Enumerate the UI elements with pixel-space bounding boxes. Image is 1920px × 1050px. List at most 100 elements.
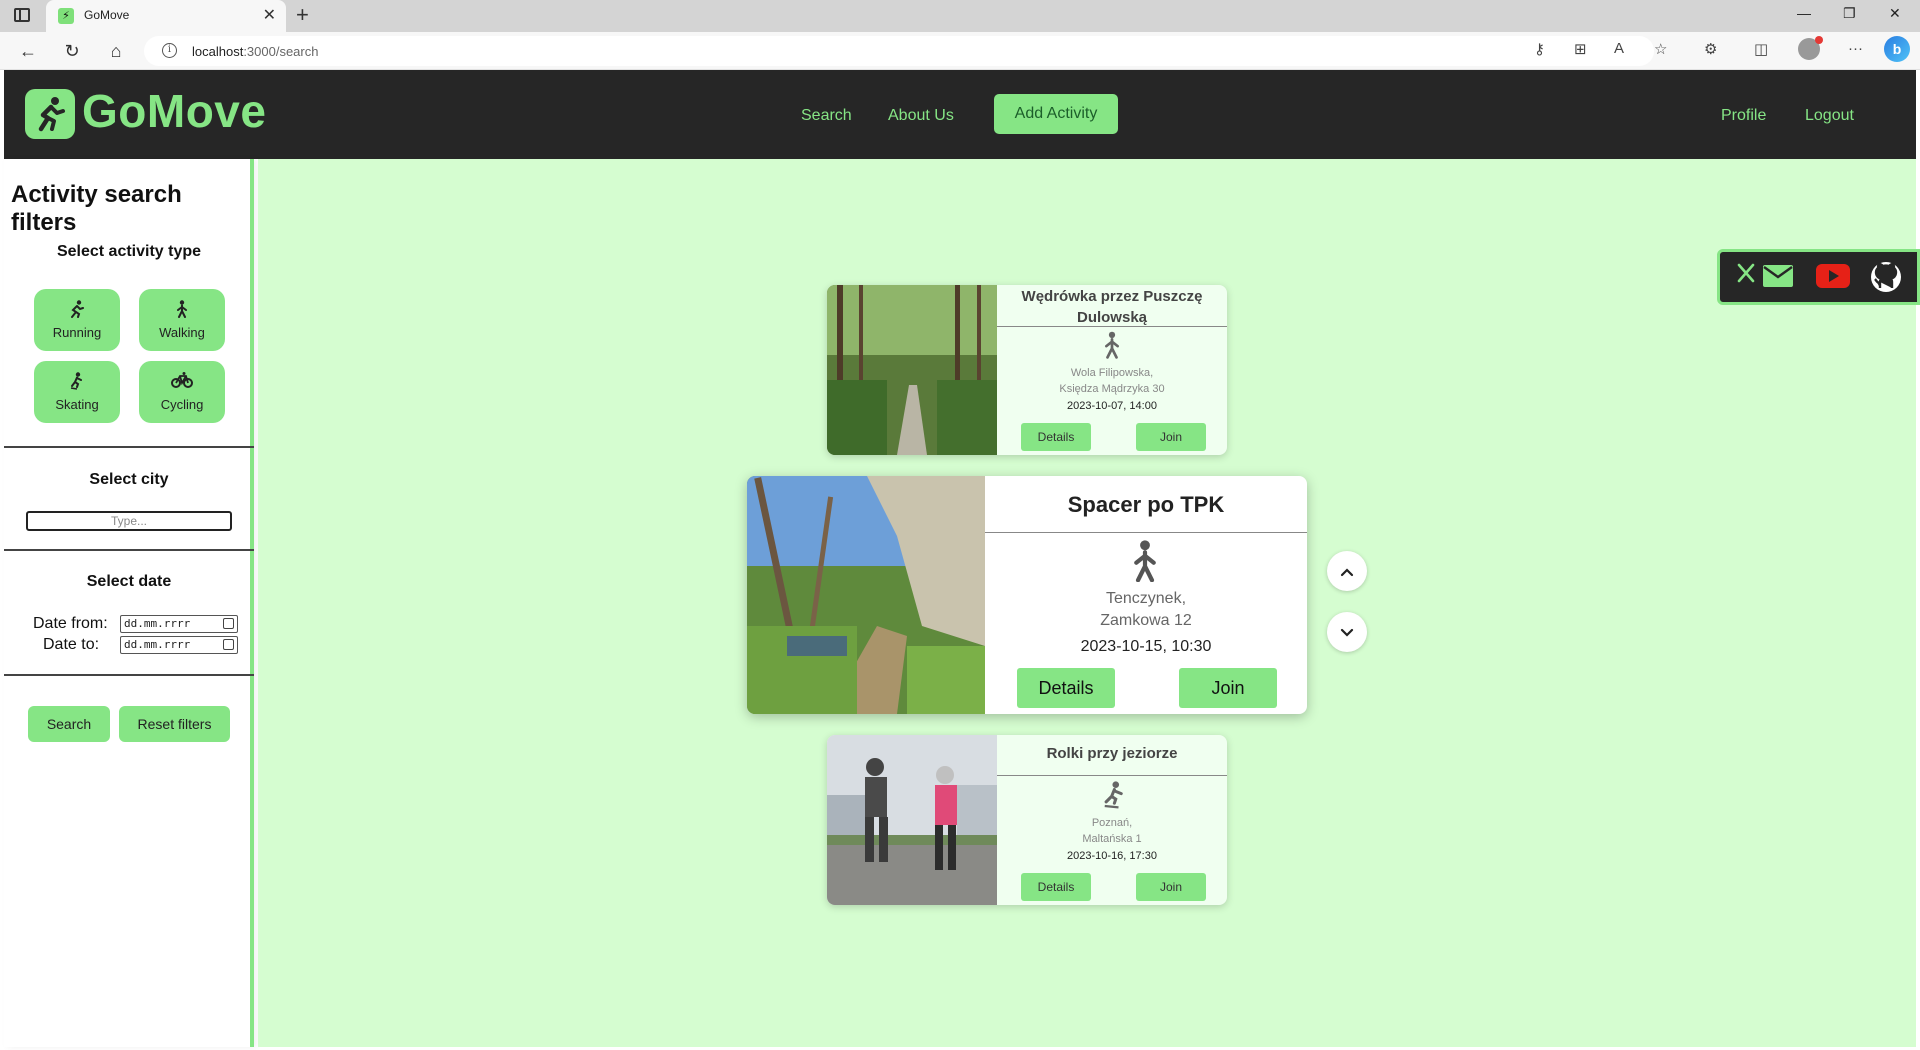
skating-icon <box>70 372 82 390</box>
reset-filters-button[interactable]: Reset filters <box>119 706 230 742</box>
join-button[interactable]: Join <box>1179 668 1277 708</box>
filter-skating-button[interactable]: Skating <box>34 361 120 423</box>
date-from-placeholder: dd.mm.rrrr <box>124 617 191 630</box>
calendar-icon[interactable] <box>223 639 234 650</box>
activity-type-heading: Select activity type <box>56 243 202 260</box>
activity-address-line2: Maltańska 1 <box>1082 833 1142 845</box>
home-icon[interactable]: ⌂ <box>104 39 128 63</box>
browser-tab[interactable]: ⚡ GoMove ✕ <box>46 0 286 32</box>
favicon-icon: ⚡ <box>58 8 74 24</box>
tab-title: GoMove <box>84 8 130 22</box>
extensions-icon[interactable]: ⚙ <box>1704 40 1717 58</box>
add-activity-button[interactable]: Add Activity <box>994 94 1118 134</box>
url-field[interactable]: i localhost:3000/search <box>144 36 1654 66</box>
minimize-icon[interactable]: — <box>1797 5 1811 21</box>
restore-icon[interactable]: ❐ <box>1843 5 1856 22</box>
close-tab-icon[interactable]: ✕ <box>263 5 276 25</box>
tab-actions-icon[interactable] <box>14 8 30 22</box>
key-icon[interactable]: ⚷ <box>1534 40 1545 58</box>
filter-skating-label: Skating <box>55 397 99 412</box>
url-text: localhost:3000/search <box>192 44 319 59</box>
activity-address-line1: Poznań, <box>1091 817 1133 829</box>
calendar-icon[interactable] <box>223 618 234 629</box>
address-bar: ← ↻ ⌂ i localhost:3000/search ⚷ ⊞ A ☆ ⚙ … <box>0 32 1920 70</box>
activity-card: Rolki przy jeziorze Poznań, Maltańska 1 … <box>827 735 1227 905</box>
mail-icon[interactable] <box>1762 264 1794 293</box>
youtube-icon[interactable] <box>1816 264 1850 293</box>
date-to-label: Date to: <box>43 636 100 653</box>
date-to-input[interactable]: dd.mm.rrrr <box>120 636 238 654</box>
new-tab-icon[interactable]: + <box>296 2 309 28</box>
app-header: GoMove Search About Us Add Activity Prof… <box>4 70 1916 159</box>
walking-icon <box>1105 331 1119 359</box>
city-heading: Select city <box>89 471 169 488</box>
activity-datetime: 2023-10-16, 17:30 <box>1067 850 1157 862</box>
filters-sidebar: Activity search filters Select activity … <box>4 159 254 1047</box>
walking-icon <box>177 300 187 318</box>
more-icon[interactable]: ··· <box>1848 40 1863 57</box>
filter-cycling-label: Cycling <box>160 397 204 412</box>
logo-text[interactable]: GoMove <box>82 84 266 138</box>
activity-address-line1: Wola Filipowska, <box>1070 367 1154 379</box>
title-divider <box>985 532 1307 533</box>
activity-photo <box>827 285 997 455</box>
activity-address-line1: Tenczynek, <box>1105 590 1187 607</box>
github-icon[interactable] <box>1870 261 1902 298</box>
copilot-icon[interactable]: b <box>1884 36 1910 62</box>
divider <box>4 674 254 676</box>
details-button[interactable]: Details <box>1017 668 1115 708</box>
chevron-down-icon <box>1340 629 1354 637</box>
date-heading: Select date <box>86 573 172 590</box>
split-screen-icon[interactable]: ◫ <box>1754 40 1768 58</box>
favorite-icon[interactable]: ☆ <box>1654 40 1667 58</box>
filter-cycling-button[interactable]: Cycling <box>139 361 225 423</box>
x-icon[interactable] <box>1736 262 1756 289</box>
nav-profile[interactable]: Profile <box>1721 107 1766 125</box>
activity-address-line2: Zamkowa 12 <box>1100 612 1192 629</box>
join-button[interactable]: Join <box>1136 423 1206 451</box>
activity-photo <box>827 735 997 905</box>
filter-running-button[interactable]: Running <box>34 289 120 351</box>
carousel-up-button[interactable] <box>1327 551 1367 591</box>
nav-logout[interactable]: Logout <box>1805 107 1854 125</box>
carousel-down-button[interactable] <box>1327 612 1367 652</box>
search-button[interactable]: Search <box>28 706 110 742</box>
avatar[interactable] <box>1798 36 1823 60</box>
activity-card-active: Spacer po TPK Tenczynek, Zamkowa 12 2023… <box>747 476 1307 714</box>
cycling-icon <box>171 372 193 388</box>
activity-card: Wędrówka przez Puszczę Dulowską Wola Fil… <box>827 285 1227 455</box>
walking-icon <box>1134 540 1156 582</box>
social-links-bar <box>1717 249 1920 305</box>
activity-address-line2: Księdza Mądrzyka 30 <box>1059 383 1165 395</box>
city-input[interactable]: Type... <box>26 511 232 531</box>
title-divider <box>997 775 1227 776</box>
read-aloud-icon[interactable]: A <box>1614 40 1624 57</box>
date-from-input[interactable]: dd.mm.rrrr <box>120 615 238 633</box>
activity-title: Spacer po TPK <box>1067 492 1225 517</box>
nav-about-us[interactable]: About Us <box>888 107 954 125</box>
results-area: Wędrówka przez Puszczę Dulowską Wola Fil… <box>258 159 1916 1047</box>
details-button[interactable]: Details <box>1021 423 1091 451</box>
activity-photo <box>747 476 985 714</box>
filter-running-label: Running <box>52 325 102 340</box>
join-button[interactable]: Join <box>1136 873 1206 901</box>
logo-icon[interactable] <box>25 89 75 139</box>
filter-walking-button[interactable]: Walking <box>139 289 225 351</box>
activity-title: Wędrówka przez Puszczę Dulowską <box>1021 288 1203 326</box>
skating-icon <box>1104 781 1123 809</box>
running-icon <box>71 300 84 318</box>
reload-icon[interactable]: ↻ <box>60 39 84 63</box>
details-button[interactable]: Details <box>1021 873 1091 901</box>
site-info-icon[interactable]: i <box>162 43 177 58</box>
activity-title: Rolki przy jeziorze <box>1046 745 1178 762</box>
browser-tab-bar: ⚡ GoMove ✕ + — ❐ ✕ <box>0 0 1920 32</box>
divider <box>4 446 254 448</box>
close-window-icon[interactable]: ✕ <box>1889 5 1901 22</box>
chevron-up-icon <box>1340 568 1354 577</box>
apps-icon[interactable]: ⊞ <box>1574 40 1587 58</box>
back-icon[interactable]: ← <box>16 39 40 63</box>
filters-title: Activity search filters <box>11 181 182 236</box>
filter-walking-label: Walking <box>159 325 205 340</box>
activity-datetime: 2023-10-07, 14:00 <box>1067 400 1157 412</box>
nav-search[interactable]: Search <box>801 107 852 125</box>
